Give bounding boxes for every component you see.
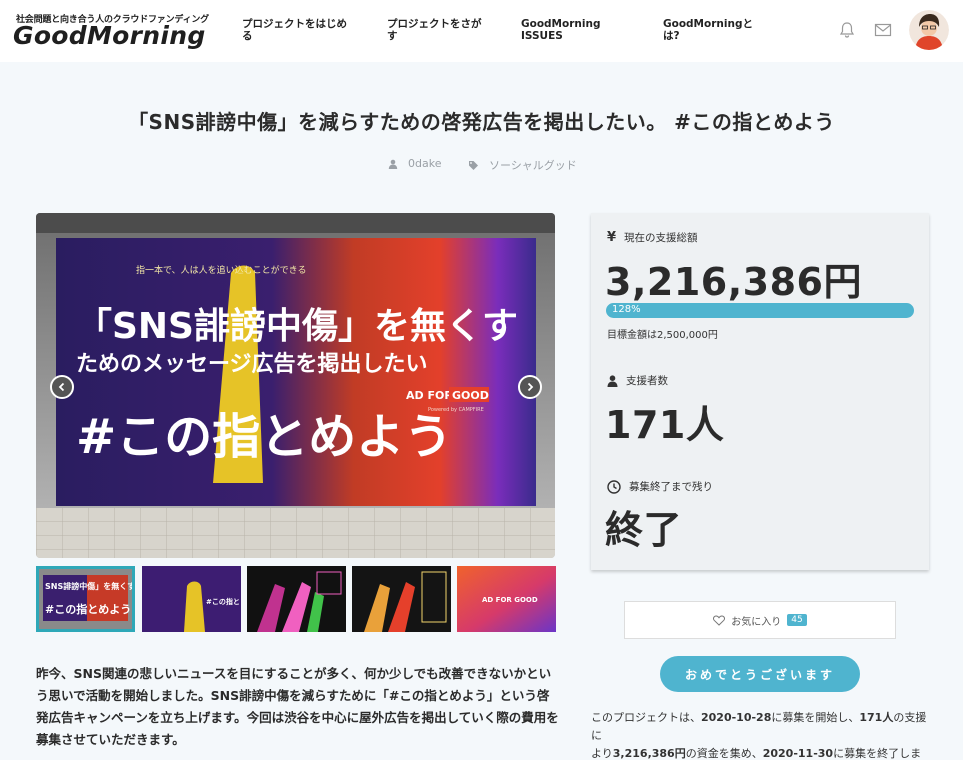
mail-icon[interactable] (874, 21, 892, 39)
remaining-label-row: 募集終了まで残り (607, 479, 713, 494)
author-name: 0dake (408, 157, 442, 170)
project-title: 「SNS誹謗中傷」を減らすための啓発広告を掲出したい。 #この指とめよう (128, 110, 835, 134)
total-amount: 3,216,386円 (605, 260, 862, 304)
thumbnail-1[interactable]: SNS誹謗中傷」を無くす #この指とめよう (36, 566, 135, 632)
clock-icon (607, 479, 621, 494)
favorite-count: 45 (787, 614, 807, 626)
billboard-line1: 「SNS誹謗中傷」を無くす (76, 306, 518, 347)
yen-icon: ¥ (607, 230, 617, 245)
thumbnail-3[interactable] (247, 566, 346, 632)
progress-bar: 128% (606, 303, 914, 318)
summary-text: の資金を集め、 (685, 747, 763, 760)
nav-issues[interactable]: GoodMorning ISSUES (521, 18, 600, 42)
total-label: 現在の支援総額 (624, 232, 698, 244)
supporters-count: 171人 (605, 403, 725, 447)
nav-find-project[interactable]: プロジェクトをさが す (387, 18, 482, 42)
project-category[interactable]: ソーシャルグッド (468, 157, 577, 173)
funding-stats-panel: ¥ 現在の支援総額 3,216,386円 128% 目標金額は2,500,000… (591, 213, 929, 570)
thumbnail-2[interactable]: #この指と (142, 566, 241, 632)
thumbnail-5[interactable]: AD FOR GOOD (457, 566, 556, 632)
thumb2-text: #この指と (206, 597, 240, 606)
nav-label: す (387, 30, 398, 42)
favorite-label: お気に入り (731, 616, 782, 628)
billboard-badge-word: GOOD (452, 389, 489, 402)
nav-about[interactable]: GoodMorningと は? (663, 18, 753, 42)
prev-image-button[interactable] (50, 375, 74, 399)
summary-amount: 3,216,386円 (612, 747, 686, 760)
nav-label: プロジェクトをはじめ (242, 18, 347, 30)
summary-start-date: 2020-10-28 (701, 711, 772, 724)
nav-label: ISSUES (521, 30, 563, 42)
remaining-value: 終了 (605, 508, 683, 552)
thumb5-badge: AD FOR GOOD (482, 596, 538, 604)
tag-icon (469, 160, 478, 170)
nav-start-project[interactable]: プロジェクトをはじめ る (242, 18, 347, 42)
summary-end-date: 2020-11-30 (762, 747, 834, 760)
user-avatar[interactable] (909, 10, 949, 50)
project-main-image[interactable]: 指一本で、人は人を追い込むことができる 「SNS誹謗中傷」を無くす ためのメッセ… (36, 213, 555, 558)
user-icon (388, 159, 398, 169)
svg-text:指一本で、人は人を追い込むことができる: 指一本で、人は人を追い込むことができる (136, 264, 306, 276)
chevron-left-icon (58, 382, 65, 392)
billboard-badge-prefix: AD FOR (406, 389, 453, 402)
summary-supporters: 171人 (859, 711, 894, 724)
project-author[interactable]: 0dake (388, 157, 441, 170)
summary-text: より (591, 747, 613, 760)
congrats-button[interactable]: おめでとうございます (660, 656, 860, 692)
summary-text: に募集を開始し、 (771, 711, 860, 724)
site-header: 社会問題と向き合う人のクラウドファンディング GoodMorning プロジェク… (0, 0, 963, 62)
heart-icon (713, 614, 726, 626)
thumb1-hashtag: #この指とめよう (45, 602, 131, 616)
chevron-right-icon (527, 382, 534, 392)
nav-label: る (242, 30, 253, 42)
favorite-button[interactable]: お気に入り 45 (624, 601, 896, 639)
goal-amount: 目標金額は2,500,000円 (607, 330, 718, 341)
project-summary: このプロジェクトは、2020-10-28に募集を開始し、171人の支援に より3,… (591, 709, 931, 760)
billboard-line3: #この指とめよう (76, 409, 452, 465)
progress-percent: 128% (612, 304, 641, 315)
site-logo[interactable]: GoodMorning (13, 21, 206, 50)
category-name: ソーシャルグッド (489, 159, 577, 172)
person-icon (607, 374, 618, 387)
next-image-button[interactable] (518, 375, 542, 399)
project-description: 昨今、SNS関連の悲しいニュースを目にすることが多く、何か少しでも改善できないか… (36, 666, 559, 747)
progress-fill (606, 303, 914, 318)
thumbnail-4[interactable] (352, 566, 451, 632)
bell-icon[interactable] (838, 21, 856, 39)
billboard-powered: Powered by CAMPFIRE (428, 407, 484, 413)
nav-label: GoodMorning (521, 18, 601, 30)
supporters-label-row: 支援者数 (607, 373, 668, 388)
total-label-row: ¥ 現在の支援総額 (607, 230, 698, 245)
billboard-line2: ためのメッセージ広告を掲出したい (76, 351, 428, 377)
nav-label: は? (663, 30, 680, 42)
remaining-label: 募集終了まで残り (629, 481, 713, 493)
summary-text: このプロジェクトは、 (591, 711, 701, 724)
nav-label: プロジェクトをさが (387, 18, 482, 30)
nav-label: GoodMorningと (663, 18, 753, 30)
thumb1-text: SNS誹謗中傷」を無くす (45, 581, 132, 591)
supporters-label: 支援者数 (626, 375, 668, 387)
